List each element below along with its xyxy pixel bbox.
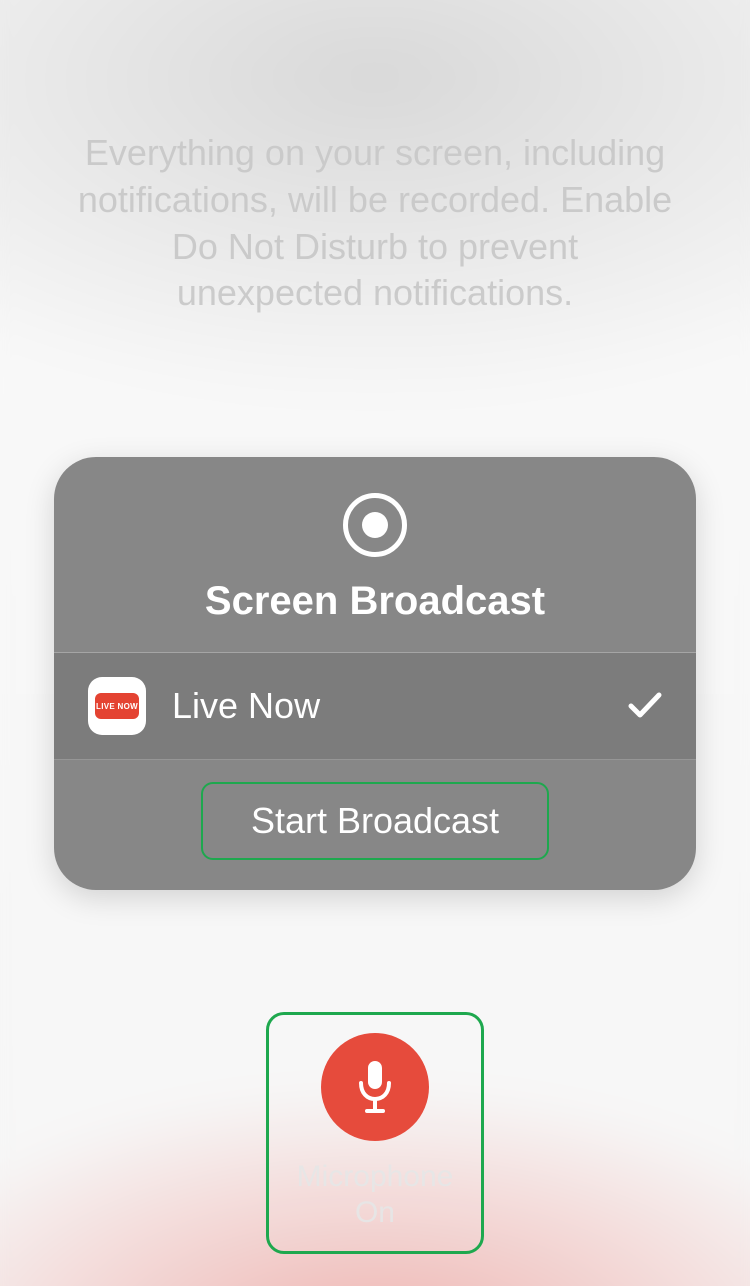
- panel-title: Screen Broadcast: [205, 579, 545, 624]
- broadcast-app-label: Live Now: [172, 685, 628, 727]
- broadcast-overlay: Everything on your screen, including not…: [0, 0, 750, 1286]
- microphone-toggle[interactable]: Microphone On: [266, 1012, 484, 1254]
- start-broadcast-button[interactable]: Start Broadcast: [201, 782, 549, 860]
- start-row: Start Broadcast: [54, 760, 696, 890]
- panel-header: Screen Broadcast: [54, 457, 696, 653]
- record-icon: [343, 493, 407, 557]
- microphone-label: Microphone On: [297, 1159, 454, 1231]
- recording-warning-text: Everything on your screen, including not…: [75, 130, 675, 317]
- live-now-app-icon-text: LIVE NOW: [95, 693, 139, 719]
- checkmark-icon: [628, 684, 662, 729]
- broadcast-panel: Screen Broadcast LIVE NOW Live Now Start…: [54, 457, 696, 890]
- live-now-app-icon: LIVE NOW: [88, 677, 146, 735]
- record-dot-icon: [362, 512, 388, 538]
- microphone-icon: [321, 1033, 429, 1141]
- broadcast-app-row[interactable]: LIVE NOW Live Now: [54, 653, 696, 760]
